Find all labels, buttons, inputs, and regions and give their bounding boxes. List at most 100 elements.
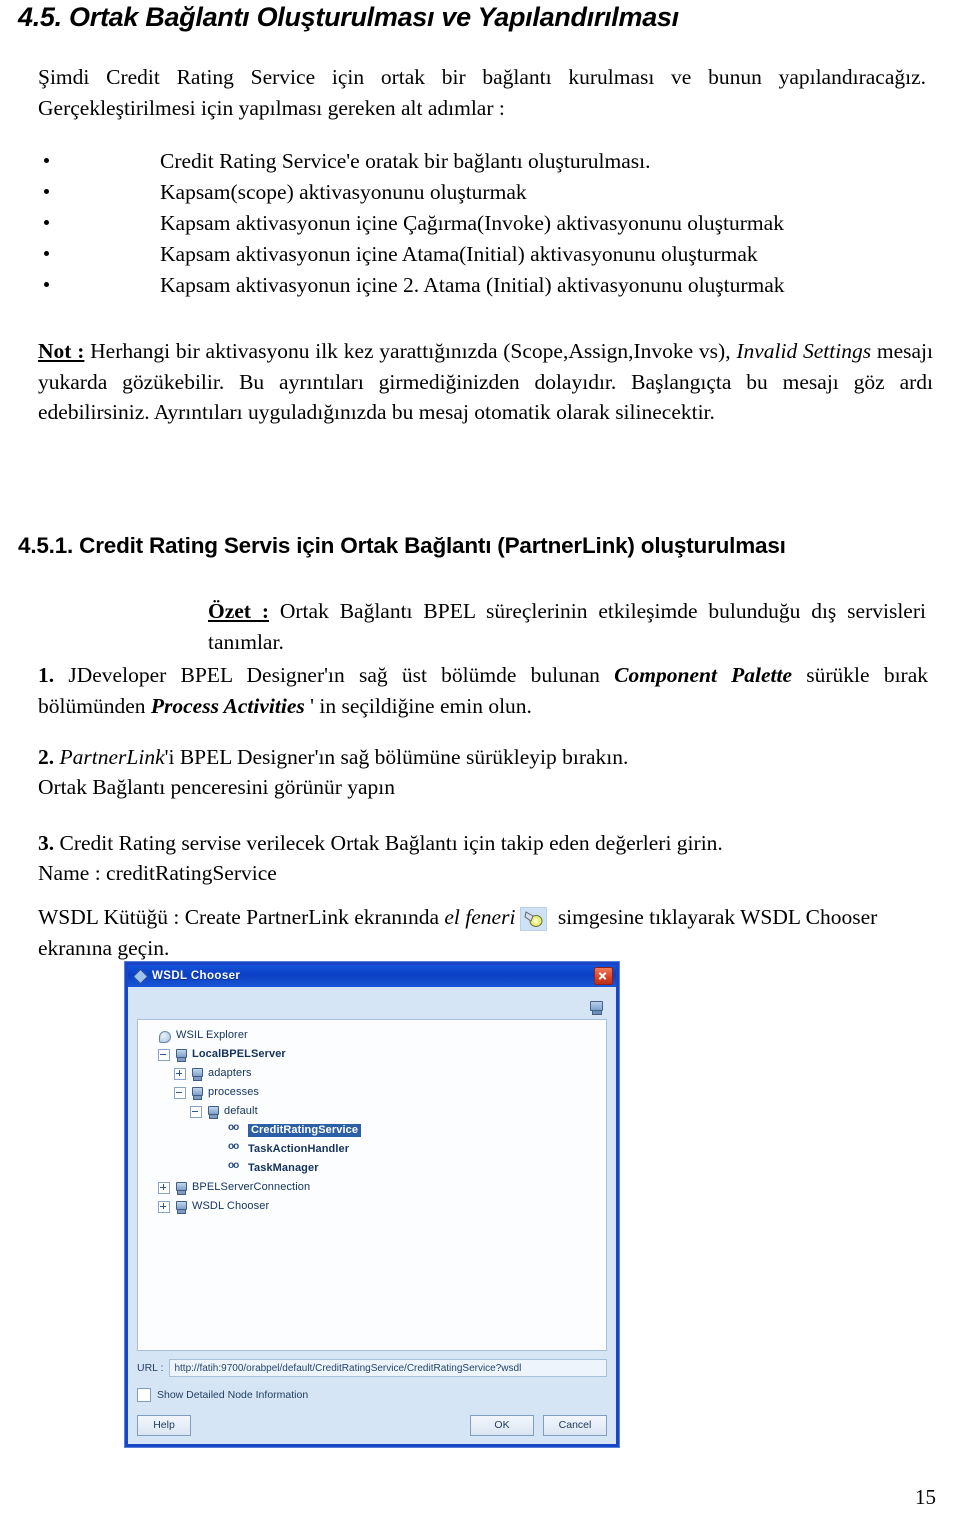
step-1-emphasis-process-activities: Process Activities xyxy=(150,693,305,718)
url-label: URL : xyxy=(137,1362,164,1374)
bullet-icon xyxy=(44,282,49,288)
close-icon[interactable] xyxy=(594,967,613,985)
server-icon[interactable] xyxy=(589,1000,603,1015)
summary-paragraph: Özet : Ortak Bağlantı BPEL süreçlerinin … xyxy=(208,596,926,657)
list-item: Credit Rating Service'e oratak bir bağla… xyxy=(38,146,933,177)
url-row: URL : http://fatih:9700/orabpel/default/… xyxy=(137,1358,607,1378)
step-3-text: Credit Rating servise verilecek Ortak Ba… xyxy=(54,831,723,855)
list-item-label: Kapsam(scope) aktivasyonunu oluşturmak xyxy=(160,179,527,204)
bullet-icon xyxy=(44,251,49,257)
dialog-body: WSIL Explorer LocalBPELServer adapters p… xyxy=(128,987,616,1444)
tree-expander-icon xyxy=(214,1126,224,1136)
tree-node-default[interactable]: default xyxy=(144,1102,602,1121)
tree-expand-icon[interactable] xyxy=(158,1181,170,1194)
wsdl-text-a: WSDL Kütüğü : Create PartnerLink ekranın… xyxy=(38,905,445,929)
tree-node-bpelserverconnection[interactable]: BPELServerConnection xyxy=(144,1178,602,1197)
tree-node-label: TaskManager xyxy=(248,1162,319,1174)
server-icon xyxy=(174,1048,187,1062)
list-item: Kapsam aktivasyonun içine 2. Atama (Init… xyxy=(38,270,933,301)
step-3-number: 3. xyxy=(38,831,55,855)
step-1-emphasis-component-palette: Component Palette xyxy=(614,663,793,687)
note-paragraph: Not : Herhangi bir aktivasyonu ilk kez y… xyxy=(38,336,933,428)
bullet-icon xyxy=(44,189,49,195)
dialog-title: WSDL Chooser xyxy=(152,970,241,982)
wsdl-service-icon xyxy=(228,1123,243,1137)
tree-node-label: BPELServerConnection xyxy=(192,1181,311,1193)
wsdl-chooser-dialog[interactable]: WSDL Chooser WSIL Explorer LocalBPELServ… xyxy=(125,962,619,1447)
page-title: 4.5. Ortak Bağlantı Oluşturulması ve Yap… xyxy=(18,2,679,32)
wsil-tree-panel[interactable]: WSIL Explorer LocalBPELServer adapters p… xyxy=(137,1019,607,1351)
dialog-titlebar: WSDL Chooser xyxy=(128,965,616,987)
bullet-icon xyxy=(44,220,49,226)
server-icon xyxy=(174,1200,187,1214)
list-item: Kapsam aktivasyonun içine Atama(Initial)… xyxy=(38,239,933,270)
wsdl-service-icon xyxy=(228,1142,243,1156)
tree-node-label: WSIL Explorer xyxy=(176,1029,248,1041)
dialog-button-row: Help OK Cancel xyxy=(137,1413,607,1437)
step-1-text-c: ' in seçildiğine emin olun. xyxy=(304,693,532,718)
tree-node-taskactionhandler[interactable]: TaskActionHandler xyxy=(144,1140,602,1159)
note-label: Not : xyxy=(38,339,85,363)
bullet-icon xyxy=(44,158,49,164)
list-item: Kapsam(scope) aktivasyonunu oluşturmak xyxy=(38,177,933,208)
tree-expand-icon[interactable] xyxy=(174,1067,186,1080)
tree-node-taskmanager[interactable]: TaskManager xyxy=(144,1159,602,1178)
tree-node-processes[interactable]: processes xyxy=(144,1083,602,1102)
application-icon xyxy=(133,970,146,983)
wsdl-emphasis-el-feneri: el feneri xyxy=(444,905,516,929)
url-input[interactable]: http://fatih:9700/orabpel/default/Credit… xyxy=(169,1359,607,1377)
tree-node-label: CreditRatingService xyxy=(248,1124,362,1137)
step-2-paragraph-line2: Ortak Bağlantı penceresini görünür yapın xyxy=(38,775,396,799)
show-detailed-node-information-row[interactable]: Show Detailed Node Information xyxy=(137,1386,607,1404)
tree-node-localbpelserver[interactable]: LocalBPELServer xyxy=(144,1045,602,1064)
step-2-number: 2. xyxy=(38,745,55,769)
dialog-toolbar xyxy=(137,995,607,1019)
list-item: Kapsam aktivasyonun içine Çağırma(Invoke… xyxy=(38,208,933,239)
step-2-emphasis-partnerlink: PartnerLink xyxy=(59,745,165,769)
step-1-number: 1. xyxy=(38,663,55,687)
help-button[interactable]: Help xyxy=(137,1414,191,1436)
step-2-text: 'i BPEL Designer'ın sağ bölümüne sürükle… xyxy=(164,745,629,769)
tree-node-label: TaskActionHandler xyxy=(248,1143,350,1155)
tree-node-adapters[interactable]: adapters xyxy=(144,1064,602,1083)
note-emphasis: Invalid Settings xyxy=(736,339,872,363)
show-detailed-node-information-checkbox[interactable] xyxy=(137,1388,151,1402)
explorer-icon xyxy=(158,1030,171,1043)
note-text-part1: Herhangi bir aktivasyonu ilk kez yarattı… xyxy=(84,339,737,363)
wsdl-service-icon xyxy=(228,1161,243,1175)
step-2-paragraph: 2. PartnerLink'i BPEL Designer'ın sağ bö… xyxy=(38,742,928,773)
flashlight-icon xyxy=(520,907,548,931)
server-icon xyxy=(174,1181,187,1195)
document-page: 4.5. Ortak Bağlantı Oluşturulması ve Yap… xyxy=(0,0,960,1524)
server-icon xyxy=(190,1067,203,1081)
wsil-tree: WSIL Explorer LocalBPELServer adapters p… xyxy=(144,1026,602,1216)
server-icon xyxy=(206,1105,219,1119)
list-item-label: Kapsam aktivasyonun içine Atama(Initial)… xyxy=(160,241,758,266)
server-icon xyxy=(190,1086,203,1100)
show-detailed-node-information-label: Show Detailed Node Information xyxy=(157,1389,309,1401)
tree-expand-icon[interactable] xyxy=(158,1200,170,1213)
cancel-button[interactable]: Cancel xyxy=(543,1414,607,1436)
summary-label: Özet : xyxy=(208,599,269,623)
tree-collapse-icon[interactable] xyxy=(174,1086,186,1099)
tree-node-label: LocalBPELServer xyxy=(192,1048,286,1060)
tree-collapse-icon[interactable] xyxy=(190,1105,202,1118)
tree-node-creditratingservice[interactable]: CreditRatingService xyxy=(144,1121,602,1140)
list-item-label: Kapsam aktivasyonun içine 2. Atama (Init… xyxy=(160,272,785,297)
page-number: 15 xyxy=(915,1485,936,1509)
step-1-paragraph: 1. JDeveloper BPEL Designer'ın sağ üst b… xyxy=(38,660,928,721)
tree-node-wsil-explorer[interactable]: WSIL Explorer xyxy=(144,1026,602,1045)
step-3-paragraph: 3. Credit Rating servise verilecek Ortak… xyxy=(38,828,928,859)
intro-paragraph: Şimdi Credit Rating Service için ortak b… xyxy=(38,65,926,120)
tree-collapse-icon[interactable] xyxy=(158,1048,170,1061)
list-item-label: Credit Rating Service'e oratak bir bağla… xyxy=(160,149,651,173)
partnerlink-name-value: Name : creditRatingService xyxy=(38,861,277,885)
ok-button[interactable]: OK xyxy=(470,1414,534,1436)
sub-steps-list: Credit Rating Service'e oratak bir bağla… xyxy=(38,146,933,301)
list-item-label: Kapsam aktivasyonun içine Çağırma(Invoke… xyxy=(160,210,784,235)
tree-node-wsdl-chooser[interactable]: WSDL Chooser xyxy=(144,1197,602,1216)
tree-node-label: processes xyxy=(208,1086,260,1098)
tree-node-label: adapters xyxy=(208,1067,252,1079)
summary-text: Ortak Bağlantı BPEL süreçlerinin etkileş… xyxy=(208,599,926,654)
tree-expander-icon xyxy=(214,1145,224,1155)
